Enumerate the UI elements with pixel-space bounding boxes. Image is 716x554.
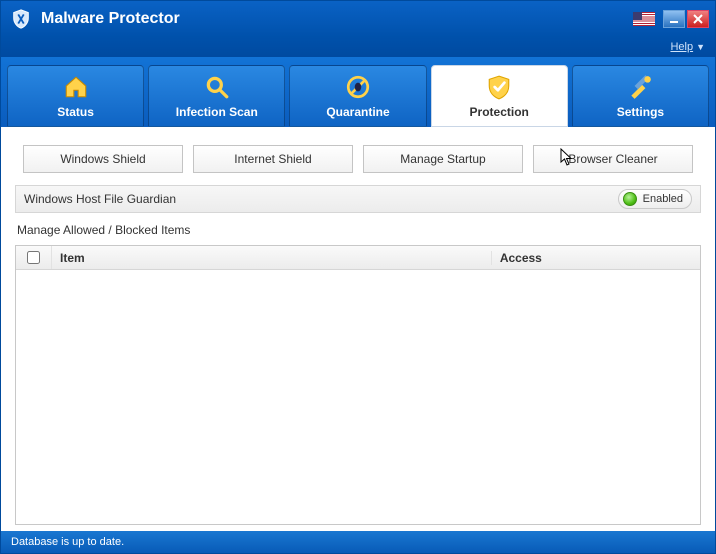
nav-label: Quarantine bbox=[326, 105, 389, 119]
col-header-access[interactable]: Access bbox=[492, 251, 700, 265]
nav-tab-quarantine[interactable]: Quarantine bbox=[289, 65, 426, 127]
nav-label: Protection bbox=[470, 105, 529, 119]
select-all-checkbox[interactable] bbox=[27, 251, 40, 264]
search-icon bbox=[203, 73, 231, 101]
minimize-button[interactable] bbox=[663, 10, 685, 28]
nav-tab-status[interactable]: Status bbox=[7, 65, 144, 127]
nav-label: Status bbox=[57, 105, 94, 119]
main-nav: Status Infection Scan Quarantine Protect… bbox=[1, 57, 715, 127]
home-icon bbox=[62, 73, 90, 101]
select-all-cell bbox=[16, 246, 52, 269]
manage-items-label: Manage Allowed / Blocked Items bbox=[13, 223, 703, 245]
close-button[interactable] bbox=[687, 10, 709, 28]
subtab-browser-cleaner[interactable]: Browser Cleaner bbox=[533, 145, 693, 173]
shield-icon bbox=[485, 73, 513, 101]
nav-label: Infection Scan bbox=[176, 105, 258, 119]
chevron-down-icon: ▼ bbox=[696, 42, 705, 52]
power-icon bbox=[623, 192, 637, 206]
nav-tab-infection-scan[interactable]: Infection Scan bbox=[148, 65, 285, 127]
bug-ban-icon bbox=[344, 73, 372, 101]
subtab-manage-startup[interactable]: Manage Startup bbox=[363, 145, 523, 173]
guardian-bar: Windows Host File Guardian Enabled bbox=[15, 185, 701, 213]
nav-label: Settings bbox=[617, 105, 664, 119]
items-table: Item Access bbox=[15, 245, 701, 525]
subtab-internet-shield[interactable]: Internet Shield bbox=[193, 145, 353, 173]
app-window: Malware Protector Help▼ Status Infection… bbox=[0, 0, 716, 554]
subtab-windows-shield[interactable]: Windows Shield bbox=[23, 145, 183, 173]
nav-tab-protection[interactable]: Protection bbox=[431, 65, 568, 127]
sub-tabs: Windows Shield Internet Shield Manage St… bbox=[13, 139, 703, 185]
content-pane: Windows Shield Internet Shield Manage St… bbox=[1, 127, 715, 531]
tools-icon bbox=[626, 73, 654, 101]
status-text: Database is up to date. bbox=[11, 536, 124, 548]
app-title: Malware Protector bbox=[41, 10, 180, 28]
col-header-item[interactable]: Item bbox=[52, 251, 492, 265]
guardian-label: Windows Host File Guardian bbox=[24, 192, 618, 206]
app-logo-icon bbox=[9, 7, 33, 31]
nav-tab-settings[interactable]: Settings bbox=[572, 65, 709, 127]
language-flag-icon[interactable] bbox=[633, 12, 655, 26]
toggle-state-label: Enabled bbox=[643, 193, 683, 205]
table-body bbox=[16, 270, 700, 524]
table-header: Item Access bbox=[16, 246, 700, 270]
status-bar: Database is up to date. bbox=[1, 531, 715, 553]
help-link[interactable]: Help bbox=[670, 41, 693, 53]
help-row: Help▼ bbox=[1, 37, 715, 57]
guardian-toggle[interactable]: Enabled bbox=[618, 189, 692, 209]
title-bar: Malware Protector bbox=[1, 1, 715, 37]
